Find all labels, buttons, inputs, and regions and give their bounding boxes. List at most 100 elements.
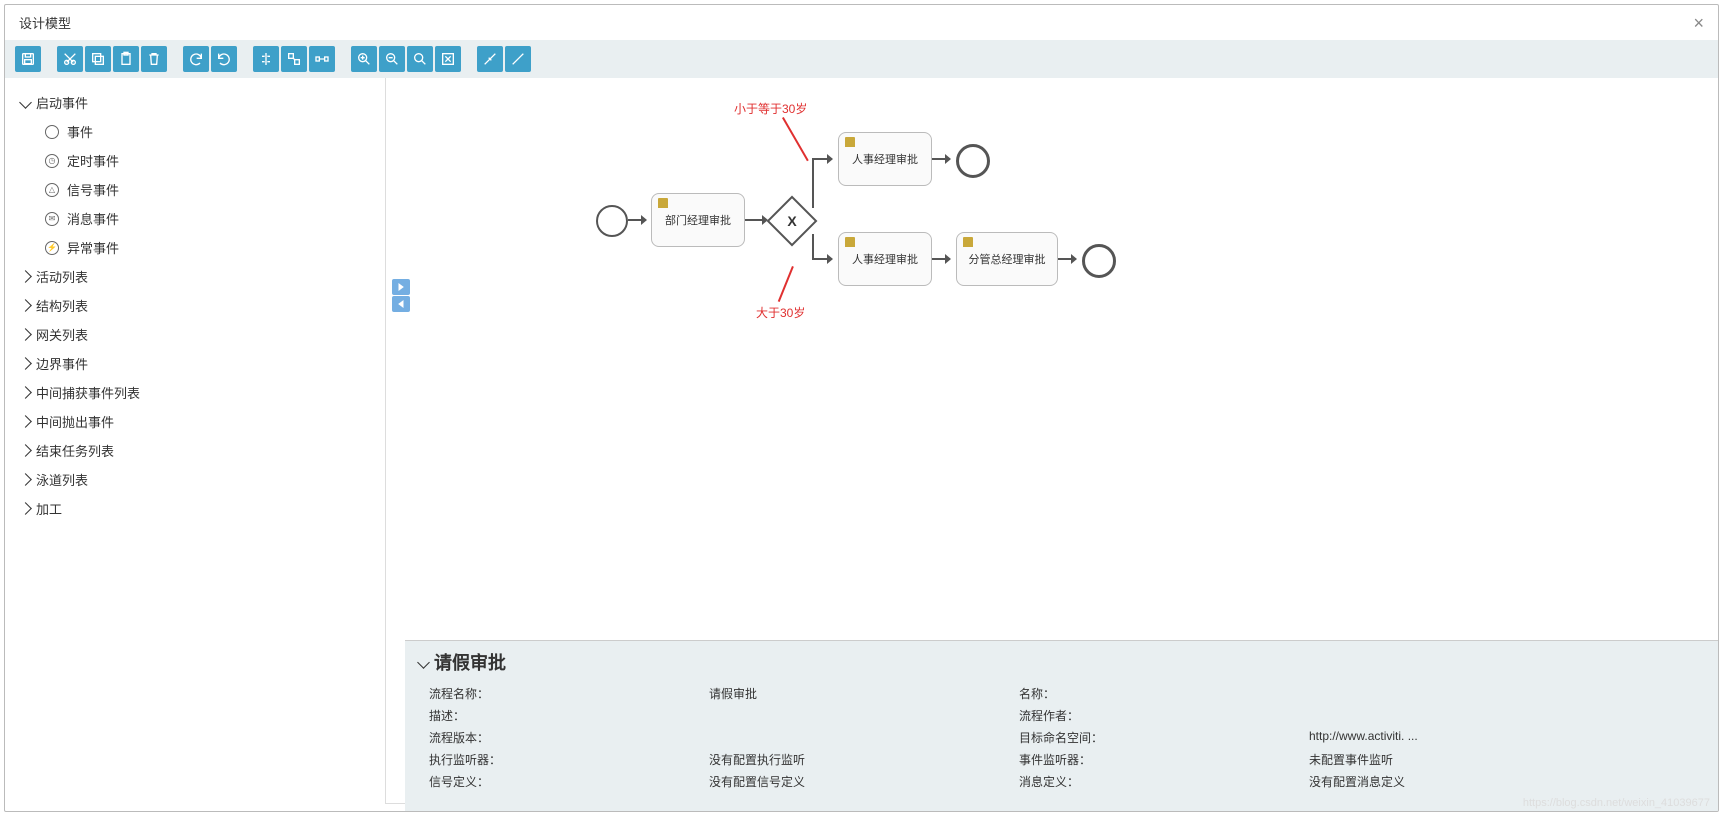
- prop-value[interactable]: 未配置事件监听: [1309, 751, 1569, 768]
- section-label: 结构列表: [36, 296, 88, 315]
- trash-icon: [146, 51, 162, 67]
- task-label: 人事经理审批: [852, 151, 918, 167]
- watermark: https://blog.csdn.net/weixin_41039677: [1523, 797, 1710, 809]
- section-activities[interactable]: 活动列表: [21, 262, 369, 291]
- zoom-in-icon: [356, 51, 372, 67]
- zoom-fit-button[interactable]: [435, 46, 461, 72]
- section-gateways[interactable]: 网关列表: [21, 320, 369, 349]
- section-label: 边界事件: [36, 354, 88, 373]
- prop-label: 事件监听器：: [1019, 751, 1289, 768]
- toolbar: [5, 40, 1718, 78]
- section-intermediate-throw[interactable]: 中间抛出事件: [21, 407, 369, 436]
- prop-value[interactable]: [1309, 707, 1569, 724]
- close-icon[interactable]: ×: [1693, 13, 1704, 34]
- save-button[interactable]: [15, 46, 41, 72]
- prop-label: 流程版本：: [429, 729, 689, 746]
- prop-value[interactable]: 请假审批: [709, 685, 999, 702]
- section-structural[interactable]: 结构列表: [21, 291, 369, 320]
- prop-value[interactable]: 没有配置执行监听: [709, 751, 999, 768]
- bpmn-user-task-hr2[interactable]: 人事经理审批: [838, 232, 932, 286]
- prop-label: 流程名称：: [429, 685, 689, 702]
- annotation-upper: 小于等于30岁: [734, 100, 807, 117]
- section-boundary-events[interactable]: 边界事件: [21, 349, 369, 378]
- prop-value[interactable]: http://www.activiti. ...: [1309, 729, 1569, 746]
- sequence-flow[interactable]: [932, 158, 950, 160]
- cut-button[interactable]: [57, 46, 83, 72]
- spacing-button[interactable]: [309, 46, 335, 72]
- task-label: 部门经理审批: [665, 212, 731, 228]
- palette-item-error-start[interactable]: ⚡异常事件: [45, 233, 369, 262]
- copy-button[interactable]: [85, 46, 111, 72]
- section-intermediate-catch[interactable]: 中间捕获事件列表: [21, 378, 369, 407]
- bpmn-end-event[interactable]: [956, 144, 990, 178]
- palette-item-label: 事件: [67, 122, 93, 141]
- same-size-button[interactable]: [281, 46, 307, 72]
- sequence-flow[interactable]: [1058, 258, 1076, 260]
- prop-label: 目标命名空间：: [1019, 729, 1289, 746]
- delete-button[interactable]: [141, 46, 167, 72]
- section-start-events[interactable]: 启动事件: [21, 88, 369, 117]
- zoom-in-button[interactable]: [351, 46, 377, 72]
- prop-label: 名称：: [1019, 685, 1289, 702]
- page-title: 设计模型: [5, 5, 1718, 40]
- palette-item-label: 信号事件: [67, 180, 119, 199]
- task-label: 分管总经理审批: [969, 251, 1046, 267]
- zoom-reset-icon: [412, 51, 428, 67]
- bendadd-icon: [482, 51, 498, 67]
- bpmn-exclusive-gateway[interactable]: X: [767, 196, 818, 247]
- properties-title[interactable]: 请假审批: [405, 641, 1718, 683]
- palette-item-message-start[interactable]: ✉消息事件: [45, 204, 369, 233]
- bpmn-user-task-dept[interactable]: 部门经理审批: [651, 193, 745, 247]
- redo-button[interactable]: [183, 46, 209, 72]
- properties-panel: 请假审批 流程名称：请假审批 名称： 描述： 流程作者： 流程版本： 目标命名空…: [405, 640, 1718, 811]
- section-swimlanes[interactable]: 泳道列表: [21, 465, 369, 494]
- prop-label: 消息定义：: [1019, 773, 1289, 790]
- prop-value[interactable]: [709, 707, 999, 724]
- sequence-flow[interactable]: [812, 258, 832, 260]
- sequence-flow[interactable]: [812, 158, 814, 208]
- section-label: 网关列表: [36, 325, 88, 344]
- undo-button[interactable]: [211, 46, 237, 72]
- palette-item-timer-start[interactable]: ◷定时事件: [45, 146, 369, 175]
- section-label: 启动事件: [36, 93, 88, 112]
- bpmn-start-event[interactable]: [596, 205, 628, 237]
- palette-item-none-start[interactable]: 事件: [45, 117, 369, 146]
- align-icon: [258, 51, 274, 67]
- sequence-flow[interactable]: [812, 158, 832, 160]
- section-artifacts[interactable]: 加工: [21, 494, 369, 523]
- prop-value[interactable]: [709, 729, 999, 746]
- section-label: 中间抛出事件: [36, 412, 114, 431]
- bpmn-user-task-vp[interactable]: 分管总经理审批: [956, 232, 1058, 286]
- envelope-icon: ✉: [45, 212, 59, 226]
- bendremove-icon: [510, 51, 526, 67]
- circle-icon: [45, 125, 59, 139]
- prop-value[interactable]: 没有配置消息定义: [1309, 773, 1569, 790]
- section-label: 泳道列表: [36, 470, 88, 489]
- bpmn-end-event[interactable]: [1082, 244, 1116, 278]
- prop-value[interactable]: 没有配置信号定义: [709, 773, 999, 790]
- redo-icon: [188, 51, 204, 67]
- annotation-arrow: [782, 117, 809, 161]
- section-label: 活动列表: [36, 267, 88, 286]
- sequence-flow[interactable]: [812, 234, 814, 258]
- sequence-flow[interactable]: [628, 219, 646, 221]
- bendpoint-add-button[interactable]: [477, 46, 503, 72]
- palette-sidebar: 启动事件 事件 ◷定时事件 △ 信号事件 ✉消息事件 ⚡异常事件 活动列表 结构列…: [5, 78, 385, 804]
- section-end-events[interactable]: 结束任务列表: [21, 436, 369, 465]
- prop-value[interactable]: [1309, 685, 1569, 702]
- section-label: 中间捕获事件列表: [36, 383, 140, 402]
- section-label: 结束任务列表: [36, 441, 114, 460]
- paste-button[interactable]: [113, 46, 139, 72]
- bpmn-user-task-hr1[interactable]: 人事经理审批: [838, 132, 932, 186]
- align-button[interactable]: [253, 46, 279, 72]
- triangle-icon: △: [45, 183, 59, 197]
- annotation-lower: 大于30岁: [756, 304, 805, 321]
- paste-icon: [118, 51, 134, 67]
- sequence-flow[interactable]: [745, 219, 767, 221]
- palette-item-signal-start[interactable]: △ 信号事件: [45, 175, 369, 204]
- zoom-out-button[interactable]: [379, 46, 405, 72]
- zoom-reset-button[interactable]: [407, 46, 433, 72]
- sequence-flow[interactable]: [932, 258, 950, 260]
- bendpoint-remove-button[interactable]: [505, 46, 531, 72]
- undo-icon: [216, 51, 232, 67]
